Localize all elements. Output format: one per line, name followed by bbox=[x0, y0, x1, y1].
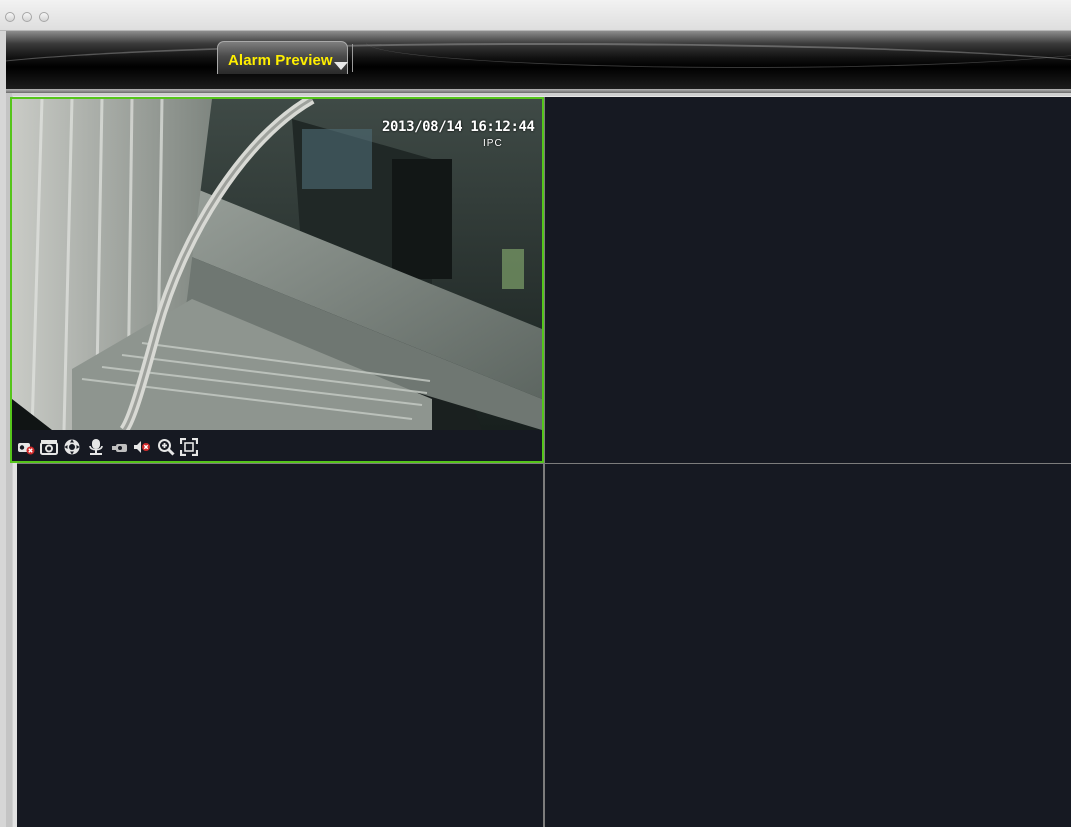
snapshot-icon[interactable] bbox=[40, 438, 58, 456]
camera-label: IPC bbox=[483, 138, 503, 149]
camera-timestamp: 2013/08/14 16:12:44 bbox=[382, 119, 535, 135]
minimize-window-button[interactable] bbox=[22, 12, 32, 22]
ptz-icon[interactable] bbox=[63, 438, 81, 456]
stop-record-icon[interactable] bbox=[17, 438, 35, 456]
pane-control-bar bbox=[12, 430, 542, 461]
close-window-button[interactable] bbox=[5, 12, 15, 22]
video-pane-2[interactable] bbox=[545, 97, 1071, 463]
mute-audio-icon[interactable] bbox=[133, 438, 151, 456]
fullscreen-icon[interactable] bbox=[180, 438, 198, 456]
tab-separator bbox=[352, 44, 353, 72]
tab-label: Alarm Preview bbox=[228, 52, 333, 69]
camera-feed-image bbox=[12, 99, 542, 430]
grid-divider-horizontal bbox=[17, 463, 1071, 464]
zoom-window-button[interactable] bbox=[39, 12, 49, 22]
video-pane-4[interactable] bbox=[545, 464, 1071, 827]
window-title-bar bbox=[0, 0, 1071, 31]
tab-alarm-preview[interactable]: Alarm Preview bbox=[217, 41, 348, 74]
video-pane-3[interactable] bbox=[17, 464, 543, 827]
video-pane-1[interactable]: 2013/08/14 16:12:44 IPC bbox=[10, 97, 544, 463]
talk-microphone-icon[interactable] bbox=[87, 438, 105, 456]
tab-toolbar: Alarm Preview bbox=[6, 31, 1071, 89]
zoom-in-icon[interactable] bbox=[157, 438, 175, 456]
tab-dropdown-arrow-icon[interactable] bbox=[334, 62, 348, 70]
record-icon[interactable] bbox=[111, 438, 129, 456]
